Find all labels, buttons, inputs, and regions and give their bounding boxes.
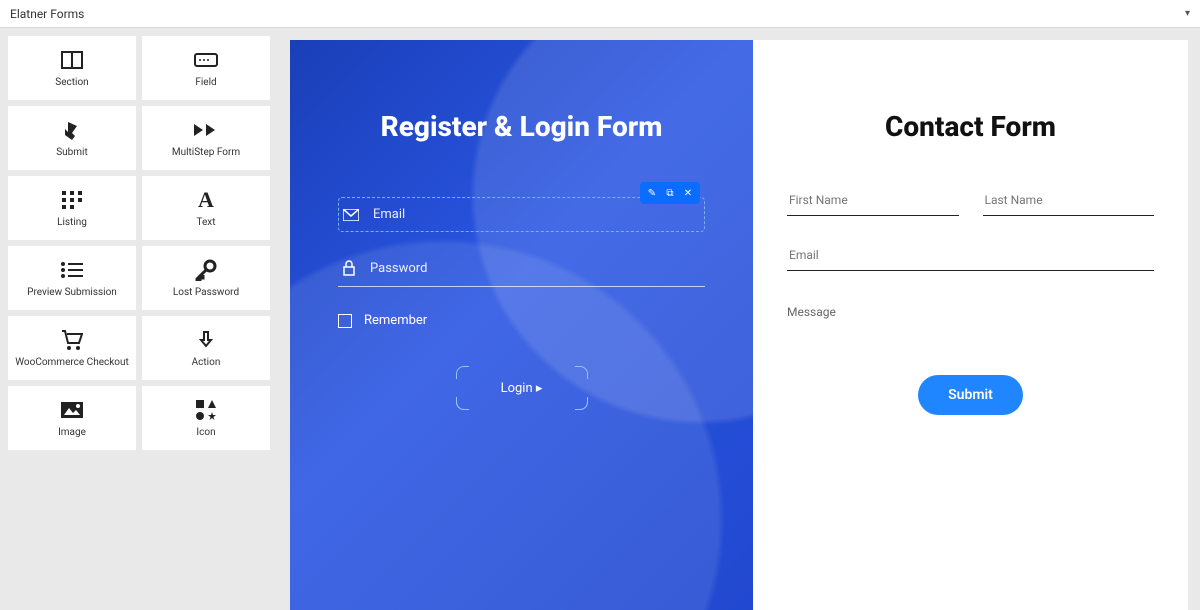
remember-checkbox[interactable] [338, 314, 352, 328]
widget-label: Text [196, 217, 215, 228]
duplicate-icon[interactable]: ⧉ [662, 185, 678, 201]
key-icon [195, 259, 217, 281]
widget-multistep[interactable]: MultiStep Form [142, 106, 270, 170]
widget-woocommerce-checkout[interactable]: WooCommerce Checkout [8, 316, 136, 380]
contact-form-title: Contact Form [787, 110, 1154, 143]
multistep-icon [193, 119, 219, 141]
login-button[interactable]: Login ▸ [458, 368, 586, 408]
remember-row[interactable]: Remember [338, 313, 705, 328]
widget-submit[interactable]: Submit [8, 106, 136, 170]
widget-label: Lost Password [173, 287, 239, 298]
cart-icon [61, 329, 83, 351]
collapse-caret-icon[interactable]: ▾ [1185, 8, 1190, 19]
password-field[interactable]: Password [338, 250, 705, 287]
field-toolbar: ✎ ⧉ ✕ [640, 182, 700, 204]
grid-icon [62, 189, 82, 211]
widget-label: Submit [56, 147, 88, 158]
widget-label: Field [195, 77, 216, 88]
login-form-title: Register & Login Form [338, 110, 705, 143]
canvas: Register & Login Form ✎ ⧉ ✕ Email Passwo… [278, 28, 1200, 610]
remember-label: Remember [364, 313, 427, 328]
widget-label: Preview Submission [27, 287, 117, 298]
email-placeholder: Email [373, 207, 405, 222]
first-name-input[interactable] [787, 187, 959, 216]
widget-field[interactable]: Field [142, 36, 270, 100]
email-input[interactable] [787, 242, 1154, 271]
widget-label: WooCommerce Checkout [15, 357, 129, 368]
image-icon [60, 399, 84, 421]
widget-label: Action [192, 357, 221, 368]
action-icon [196, 329, 216, 351]
widget-text[interactable]: A Text [142, 176, 270, 240]
widget-label: Icon [196, 427, 215, 438]
submit-button[interactable]: Submit [918, 375, 1023, 415]
lock-icon [342, 260, 356, 276]
delete-icon[interactable]: ✕ [680, 185, 696, 201]
widget-icon[interactable]: Icon [142, 386, 270, 450]
widget-preview-submission[interactable]: Preview Submission [8, 246, 136, 310]
last-name-input[interactable] [983, 187, 1155, 216]
widget-label: MultiStep Form [172, 147, 240, 158]
contact-form-block[interactable]: Contact Form Message Submit [753, 40, 1188, 610]
widget-listing[interactable]: Listing [8, 176, 136, 240]
widget-label: Image [58, 427, 86, 438]
workspace: Section Field Submit MultiStep Form List… [0, 28, 1200, 610]
edit-icon[interactable]: ✎ [644, 185, 660, 201]
widget-action[interactable]: Action [142, 316, 270, 380]
field-icon [194, 49, 218, 71]
email-field[interactable]: ✎ ⧉ ✕ Email [338, 197, 705, 232]
widget-section[interactable]: Section [8, 36, 136, 100]
text-icon: A [198, 189, 214, 211]
widget-label: Listing [57, 217, 87, 228]
login-form-block[interactable]: Register & Login Form ✎ ⧉ ✕ Email Passwo… [290, 40, 753, 610]
login-button-label: Login ▸ [501, 381, 543, 396]
topbar-title: Elatner Forms [10, 7, 84, 21]
topbar: Elatner Forms ▾ [0, 0, 1200, 28]
widget-panel: Section Field Submit MultiStep Form List… [0, 28, 278, 610]
section-icon [61, 49, 83, 71]
list-icon [61, 259, 83, 281]
submit-icon [64, 119, 80, 141]
widget-image[interactable]: Image [8, 386, 136, 450]
password-placeholder: Password [370, 261, 427, 276]
message-label: Message [787, 305, 1154, 319]
envelope-icon [343, 209, 359, 221]
widget-label: Section [55, 77, 88, 88]
icon-icon [196, 399, 216, 421]
widget-lost-password[interactable]: Lost Password [142, 246, 270, 310]
